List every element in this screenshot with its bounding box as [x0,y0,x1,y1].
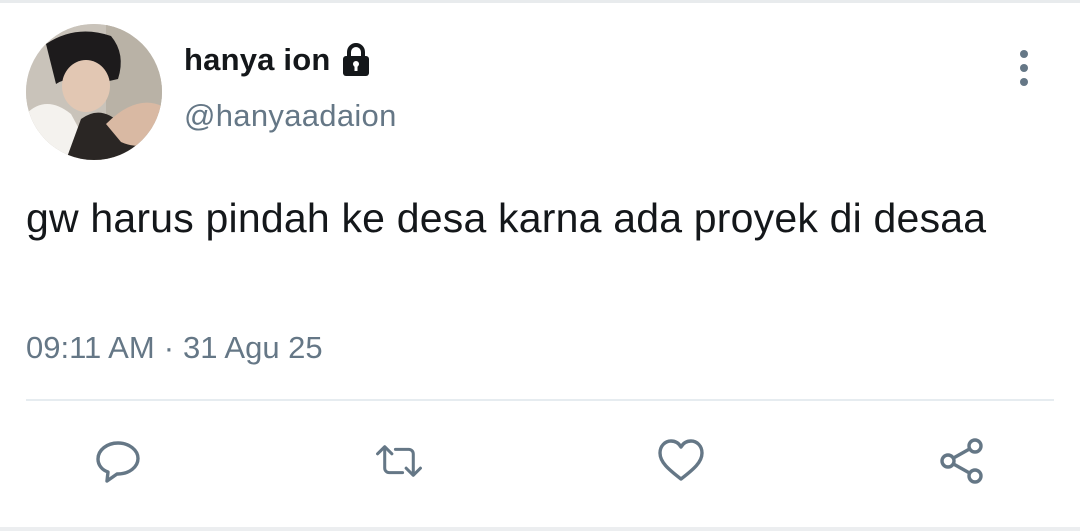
bottom-border [0,527,1080,531]
tweet-time: 09:11 AM [26,330,155,365]
more-vertical-icon-dot [1020,78,1028,86]
tweet-date: 31 Agu 25 [183,330,323,365]
reply-icon [96,441,140,483]
more-vertical-icon-dot [1020,64,1028,72]
retweet-button[interactable] [374,436,424,486]
avatar[interactable] [26,24,162,160]
meta-separator: · [163,330,175,365]
tweet-text: gw harus pindah ke desa karna ada proyek… [26,195,987,241]
display-name[interactable]: hanya ion [184,42,331,78]
tweet-meta: 09:11 AM · 31 Agu 25 [26,330,323,366]
reply-button[interactable] [93,436,143,486]
top-border [0,0,1080,3]
author-row: hanya ion [184,38,372,82]
more-options-button[interactable] [1004,48,1044,88]
like-button[interactable] [656,436,706,486]
more-vertical-icon [1020,50,1028,58]
retweet-icon [376,445,422,477]
handle[interactable]: @hanyaadaion [184,98,397,134]
avatar-image [26,24,162,160]
share-icon [940,438,983,484]
divider [26,399,1054,401]
lock-icon [340,42,372,78]
heart-icon [658,439,704,481]
share-button[interactable] [937,436,987,486]
